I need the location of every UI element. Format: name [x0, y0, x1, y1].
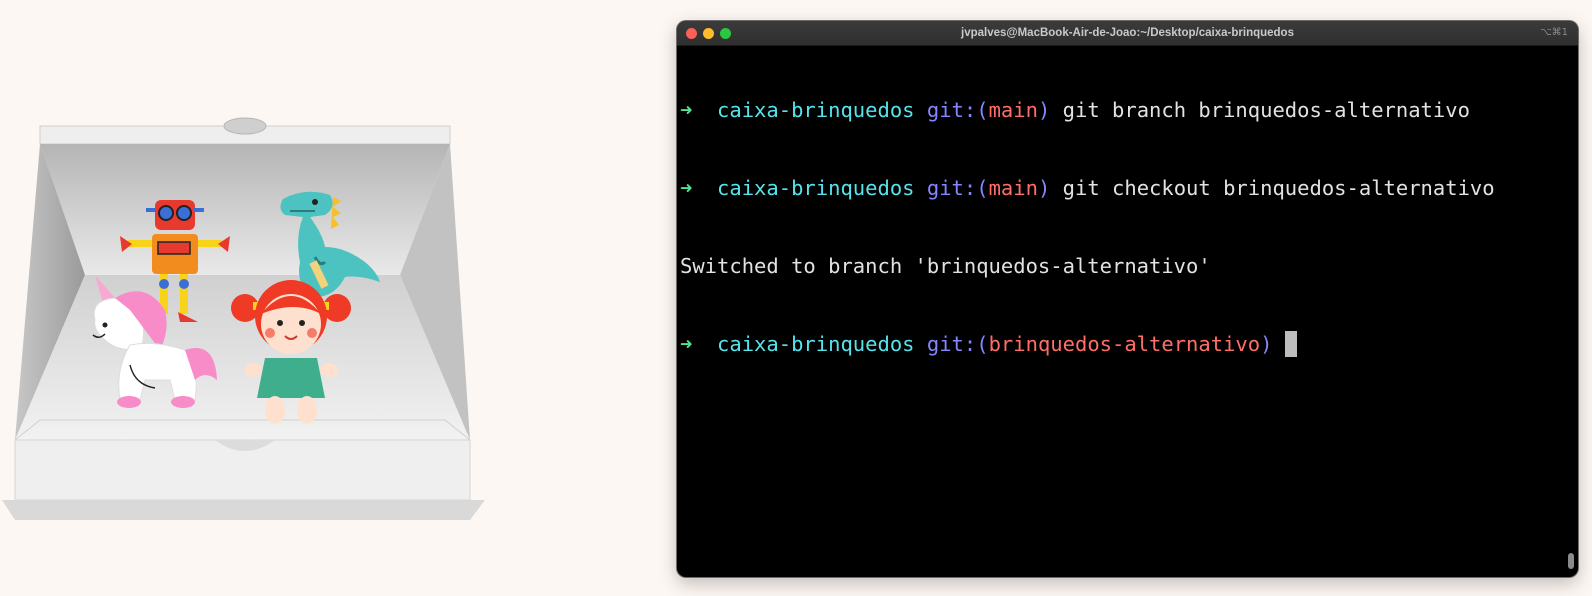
prompt-directory: caixa-brinquedos: [717, 98, 915, 122]
window-shortcut-label: ⌥⌘1: [1540, 27, 1568, 38]
scrollbar[interactable]: [1568, 553, 1574, 569]
window-titlebar[interactable]: jvpalves@MacBook-Air-de-Joao:~/Desktop/c…: [677, 21, 1578, 46]
prompt-arrow-icon: ➜: [680, 332, 693, 356]
terminal-line: ➜ caixa-brinquedos git:(main) git branch…: [680, 95, 1562, 125]
terminal-line: ➜ caixa-brinquedos git:(main) git checko…: [680, 173, 1562, 203]
prompt-branch: main: [988, 176, 1038, 200]
text-cursor: [1284, 331, 1297, 357]
prompt-branch: main: [988, 98, 1038, 122]
prompt-git-close: ): [1037, 98, 1051, 122]
terminal-line: Switched to branch 'brinquedos-alternati…: [680, 251, 1562, 281]
command-text: git checkout brinquedos-alternativo: [1062, 176, 1495, 200]
unicorn-icon: [92, 275, 217, 408]
command-output: Switched to branch 'brinquedos-alternati…: [680, 254, 1211, 278]
prompt-directory: caixa-brinquedos: [717, 176, 915, 200]
toy-box-illustration: [0, 100, 490, 540]
prompt-branch: brinquedos-alternativo: [988, 332, 1261, 356]
doll-icon: [231, 280, 351, 424]
window-title: jvpalves@MacBook-Air-de-Joao:~/Desktop/c…: [961, 27, 1294, 39]
prompt-arrow-icon: ➜: [680, 98, 693, 122]
prompt-git-close: ): [1260, 332, 1273, 356]
prompt-git-open: git:(: [926, 98, 989, 122]
prompt-directory: caixa-brinquedos: [717, 332, 915, 356]
prompt-git-open: git:(: [926, 332, 989, 356]
command-text: git branch brinquedos-alternativo: [1062, 98, 1470, 122]
terminal-window[interactable]: jvpalves@MacBook-Air-de-Joao:~/Desktop/c…: [677, 21, 1578, 577]
prompt-arrow-icon: ➜: [680, 176, 693, 200]
prompt-git-close: ): [1037, 176, 1051, 200]
prompt-git-open: git:(: [926, 176, 989, 200]
terminal-output[interactable]: ➜ caixa-brinquedos git:(main) git branch…: [680, 47, 1562, 577]
terminal-line: ➜ caixa-brinquedos git:(brinquedos-alter…: [680, 329, 1562, 359]
